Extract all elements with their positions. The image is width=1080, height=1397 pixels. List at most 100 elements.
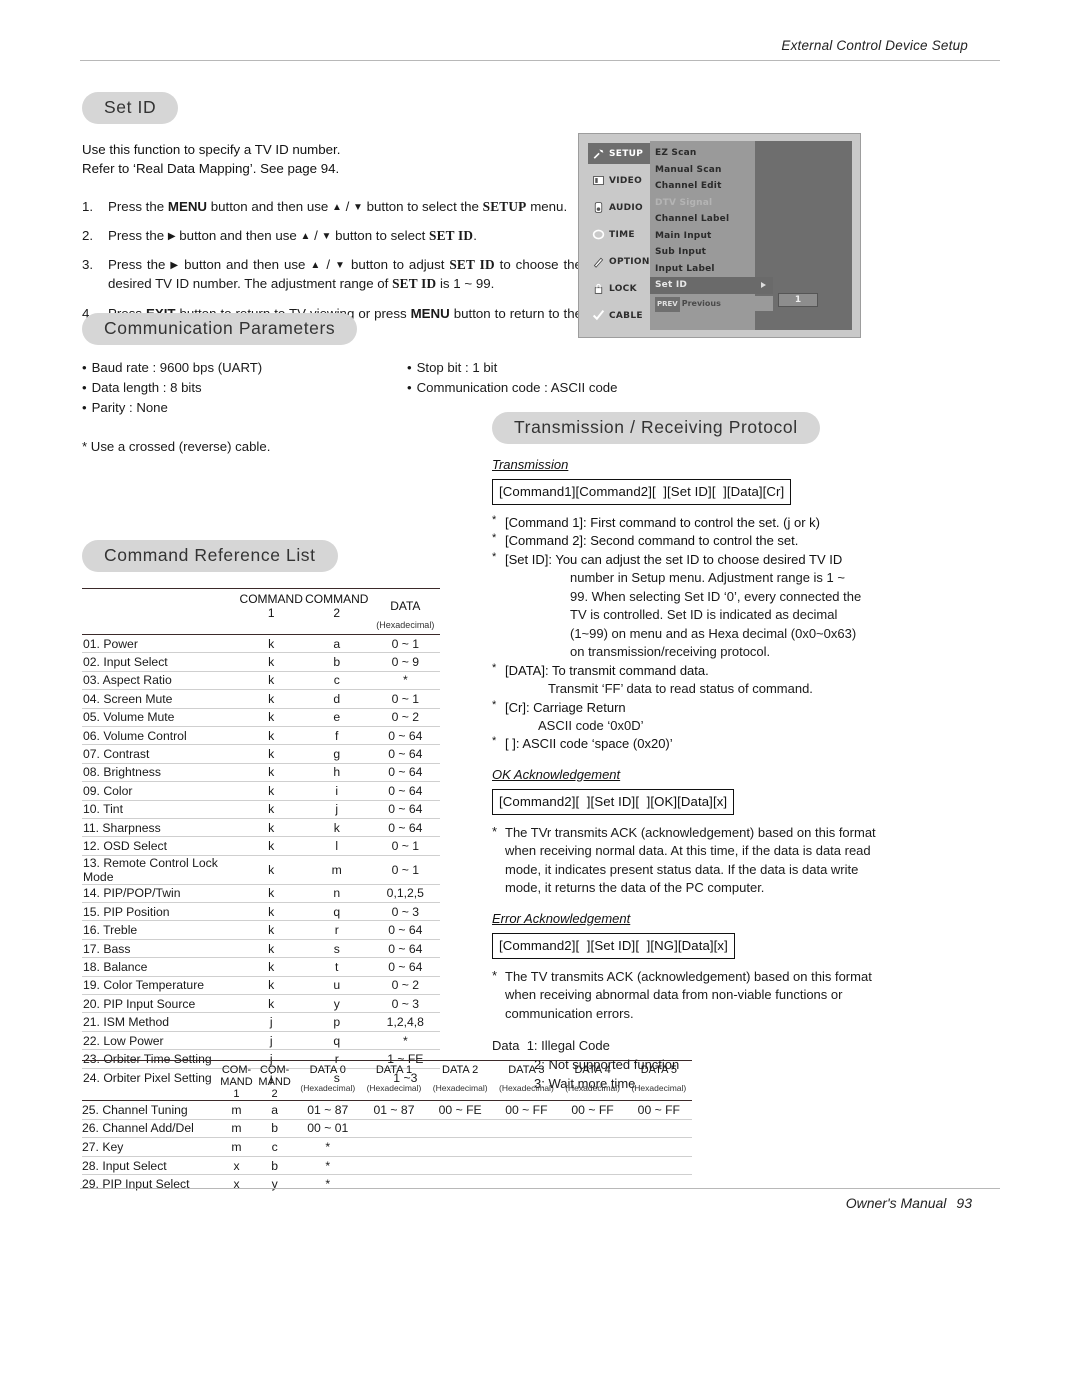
- note-setid-cont3: TV is controlled. Set ID is indicated as…: [570, 607, 838, 623]
- osd-sidebar-item-video[interactable]: VIDEO: [588, 170, 650, 191]
- error-acknowledgement-code: [Command2][ ][Set ID][ ][NG][Data][x]: [492, 932, 735, 959]
- col2b-data5: (Hexadecimal): [625, 1076, 692, 1101]
- step-3-setid-key-a: SET ID: [449, 257, 495, 273]
- table-row: 10. Tint k j 0 ~ 64: [82, 800, 440, 819]
- table-row: 15. PIP Position k q 0 ~ 3: [82, 902, 440, 922]
- table-row: 26. Channel Add/Del m b 00 ~ 01: [82, 1119, 692, 1139]
- note-data-text: [DATA]: To transmit command data.: [505, 662, 709, 678]
- ok-acknowledgement-label: OK Acknowledgement: [492, 766, 621, 782]
- transmission-code: [Command1][Command2][ ][Set ID][ ][Data]…: [492, 479, 792, 505]
- right-arrow-icon: ▶: [167, 230, 176, 242]
- row-c1: k: [239, 818, 303, 838]
- osd-menu-item-manual-scan[interactable]: Manual Scan: [655, 162, 755, 179]
- table-row: 21. ISM Method j p 1,2,4,8: [82, 1012, 440, 1032]
- table-row: 05. Volume Mute k e 0 ~ 2: [82, 708, 440, 727]
- row-data: 0 ~ 64: [370, 818, 440, 838]
- right-arrow-icon: ▶: [170, 260, 180, 272]
- row-c1: k: [239, 920, 303, 940]
- row-c2: f: [302, 726, 371, 746]
- col2b-command1: MAND 1: [218, 1076, 255, 1101]
- step-2-t0: Press the: [108, 227, 168, 243]
- row2-d0: 01 ~ 87: [294, 1100, 361, 1120]
- osd-sidebar-item-lock[interactable]: LOCK: [588, 278, 650, 299]
- table-row: 06. Volume Control k f 0 ~ 64: [82, 726, 440, 746]
- footer-divider: [80, 1188, 1000, 1189]
- step-1-t0: Press the: [108, 198, 168, 214]
- ok-acknowledgement-code: [Command2][ ][Set ID][ ][OK][Data][x]: [492, 788, 735, 815]
- osd-sidebar-label-audio: AUDIO: [609, 202, 643, 213]
- osd-sidebar-label-video: VIDEO: [609, 175, 643, 186]
- row-c2: d: [302, 689, 371, 709]
- osd-previous-bar[interactable]: PREV Previous: [650, 295, 773, 312]
- note-data: * [DATA]: To transmit command data.: [492, 662, 892, 680]
- osd-menu-item-main-input[interactable]: Main Input: [655, 228, 755, 245]
- osd-menu-item-set-id[interactable]: Set ID: [650, 277, 773, 294]
- row-data: 0 ~ 1: [370, 634, 440, 654]
- row-c2: e: [302, 708, 371, 727]
- row-name: 08. Brightness: [82, 763, 240, 783]
- row-c1: k: [239, 976, 303, 996]
- row-data: 0 ~ 2: [370, 708, 440, 727]
- star-glyph: *: [492, 967, 498, 983]
- row2-d2: [427, 1156, 494, 1176]
- osd-menu-item-channel-edit[interactable]: Channel Edit: [655, 178, 755, 195]
- row2-d1: [360, 1137, 428, 1157]
- row-c1: k: [239, 957, 303, 977]
- row-c1: k: [239, 652, 303, 672]
- row-data: 0,1,2,5: [370, 884, 440, 904]
- row-c1: k: [239, 763, 303, 783]
- command-reference-section: Command Reference List COMMAND 1 COMMAND…: [82, 540, 442, 1086]
- row-data: 0 ~ 1: [370, 836, 440, 856]
- osd-menu-item-input-label[interactable]: Input Label: [655, 261, 755, 278]
- row-name: 14. PIP/POP/Twin: [82, 884, 240, 904]
- row2-d4: [559, 1156, 626, 1176]
- osd-menu-item-set-id-label: Set ID: [655, 280, 688, 290]
- col2-data3: DATA 3: [493, 1060, 560, 1076]
- osd-sidebar-item-time[interactable]: TIME: [588, 224, 650, 245]
- table-row: 25. Channel Tuning m a 01 ~ 87 01 ~ 87 00 ~ F…: [82, 1100, 692, 1120]
- row-c1: k: [239, 939, 303, 959]
- command-reference2-tbody: 25. Channel Tuning m a 01 ~ 87 01 ~ 87 00 ~ F…: [82, 1100, 692, 1194]
- row-c2: u: [302, 976, 371, 996]
- row-data: 0 ~ 64: [370, 781, 440, 801]
- set-id-heading: Set ID: [82, 92, 179, 124]
- row2-c1: m: [218, 1119, 255, 1139]
- row-data: 1,2,4,8: [370, 1012, 440, 1032]
- row-c2: l: [302, 836, 371, 856]
- note-command1: * [Command 1]: First command to control t…: [492, 514, 892, 532]
- row-c2: n: [302, 884, 371, 904]
- osd-sidebar-item-audio[interactable]: AUDIO: [588, 197, 650, 218]
- communication-parameters-heading: Communication Parameters: [82, 313, 358, 345]
- table-row: 27. Key m c *: [82, 1137, 692, 1157]
- osd-sidebar-item-setup[interactable]: SETUP: [588, 143, 650, 164]
- star-glyph: *: [492, 735, 497, 748]
- note-setid: * [Set ID]: You can adjust the set ID to …: [492, 551, 892, 569]
- comm-right-column: Stop bit : 1 bit Communication code : AS…: [407, 358, 618, 417]
- table-row: 02. Input Select k b 0 ~ 9: [82, 652, 440, 672]
- osd-menu-item-sub-input[interactable]: Sub Input: [655, 244, 755, 261]
- communication-parameters-lists: Baud rate : 9600 bps (UART) Data length …: [82, 358, 642, 417]
- step-2-t2: button and then use: [175, 227, 301, 243]
- star-glyph: *: [492, 698, 497, 711]
- osd-set-id-value[interactable]: 1: [778, 293, 818, 307]
- row2-c1: m: [218, 1137, 255, 1157]
- row-data: 0 ~ 3: [370, 994, 440, 1014]
- osd-menu-item-channel-label[interactable]: Channel Label: [655, 211, 755, 228]
- wrench-icon: [593, 149, 604, 159]
- row-name: 18. Balance: [82, 957, 240, 977]
- row-name: 20. PIP Input Source: [82, 994, 240, 1014]
- table-row: 13. Remote Control Lock Mode k m 0 ~ 1: [82, 855, 440, 885]
- table-row: 12. OSD Select k l 0 ~ 1: [82, 836, 440, 856]
- footer-manual-label: Owner's Manual: [845, 1195, 947, 1211]
- col2-data1: DATA 1: [360, 1060, 428, 1076]
- osd-sidebar-item-option[interactable]: OPTION: [588, 251, 650, 272]
- row-name: 05. Volume Mute: [82, 708, 240, 727]
- sub-blank-1: [82, 620, 240, 635]
- row-name: 15. PIP Position: [82, 902, 240, 922]
- osd-menu-item-ez-scan[interactable]: EZ Scan: [655, 145, 755, 162]
- step-1-t6: button to select the: [362, 198, 483, 214]
- row-name: 16. Treble: [82, 920, 240, 940]
- row-name: 17. Bass: [82, 939, 240, 959]
- set-id-intro: Use this function to specify a TV ID num…: [82, 140, 582, 179]
- clock-icon: [592, 229, 605, 240]
